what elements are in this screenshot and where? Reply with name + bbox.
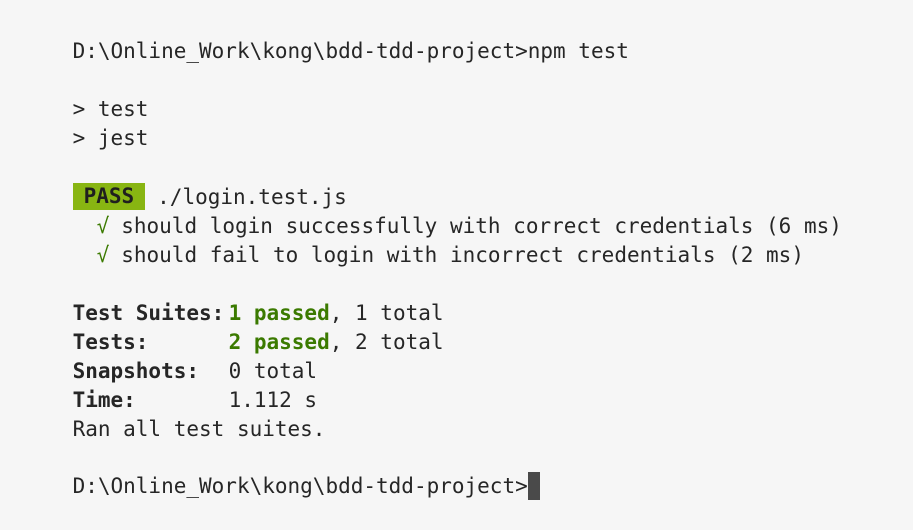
test-case-text: should fail to login with incorrect cred… <box>121 243 804 267</box>
check-icon: √ <box>96 243 110 267</box>
test-suite-result-line: PASS ./login.test.js <box>22 154 347 210</box>
test-case-line: √ should fail to login with incorrect cre… <box>22 212 804 267</box>
summary-ran-all: Ran all test suites. <box>22 386 326 441</box>
prompt-command-text: D:\Online_Work\kong\bdd-tdd-project>npm … <box>72 39 629 63</box>
ran-all-text: Ran all test suites. <box>72 417 326 441</box>
summary-tests: Tests: 2 passed, 2 total <box>22 299 444 354</box>
summary-snapshots: Snapshots: 0 total <box>22 328 318 383</box>
script-output-line: > test <box>22 66 149 121</box>
summary-test-suites: Test Suites: 1 passed, 1 total <box>22 270 444 325</box>
active-prompt-line[interactable]: D:\Online_Work\kong\bdd-tdd-project> <box>22 443 540 500</box>
prompt-path-text: D:\Online_Work\kong\bdd-tdd-project> <box>72 474 528 498</box>
summary-total: , 2 total <box>329 330 444 354</box>
script-output-line: > jest <box>22 95 149 150</box>
text-cursor[interactable] <box>527 472 540 500</box>
summary-time: Time: 1.112 s <box>22 357 318 412</box>
script-line-jest: > jest <box>72 126 149 150</box>
terminal-window[interactable]: D:\Online_Work\kong\bdd-tdd-project>npm … <box>0 0 913 500</box>
command-prompt-line: D:\Online_Work\kong\bdd-tdd-project>npm … <box>22 8 629 63</box>
test-case-line: √ should login successfully with correct … <box>22 183 842 238</box>
